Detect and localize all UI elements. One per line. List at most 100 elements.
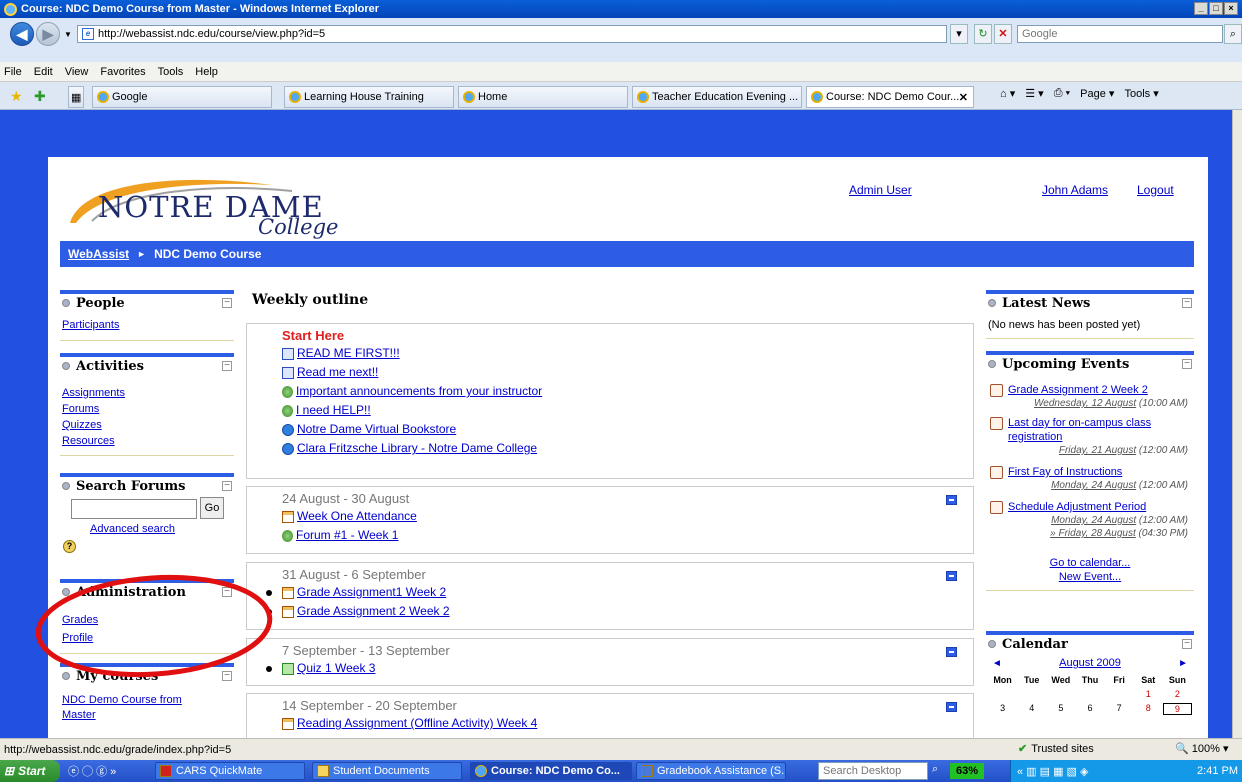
- desktop-search-input[interactable]: Search Desktop: [818, 762, 928, 780]
- calendar-date[interactable]: 2: [1163, 689, 1192, 699]
- calendar-date[interactable]: 3: [988, 703, 1017, 715]
- forum-search-go-button[interactable]: Go: [200, 497, 224, 519]
- vertical-scrollbar[interactable]: [1232, 110, 1242, 738]
- menu-tools[interactable]: Tools: [158, 66, 184, 78]
- new-event-link[interactable]: New Event...: [988, 570, 1192, 584]
- tab-course-active[interactable]: Course: NDC Demo Cour... ✕: [806, 86, 974, 108]
- activity-link[interactable]: I need HELP!!: [296, 401, 371, 420]
- user-name-link[interactable]: John Adams: [1042, 183, 1108, 197]
- activity-link[interactable]: Week One Attendance: [297, 507, 417, 526]
- address-dropdown-icon[interactable]: ▾: [950, 24, 968, 44]
- activity-link[interactable]: Reading Assignment (Offline Activity) We…: [297, 714, 537, 733]
- tab-google[interactable]: Google: [92, 86, 272, 108]
- next-month-icon[interactable]: ►: [1178, 658, 1188, 669]
- quick-tabs-icon[interactable]: ▦: [68, 86, 84, 108]
- weekly-outline-title: Weekly outline: [252, 292, 369, 308]
- start-button[interactable]: ⊞ Start: [0, 760, 60, 782]
- search-icon[interactable]: ⌕: [932, 763, 938, 776]
- close-window-button[interactable]: ×: [1224, 2, 1238, 15]
- tab-home[interactable]: Home: [458, 86, 628, 108]
- collapse-icon[interactable]: −: [1182, 298, 1192, 308]
- advanced-search-link[interactable]: Advanced search: [90, 523, 175, 535]
- help-icon[interactable]: ?: [63, 540, 76, 553]
- admin-user-link[interactable]: Admin User: [849, 183, 912, 197]
- quizzes-link[interactable]: Quizzes: [62, 417, 232, 433]
- go-to-calendar-link[interactable]: Go to calendar...: [988, 556, 1192, 570]
- taskbar-cars-quickmate[interactable]: CARS QuickMate: [155, 762, 305, 780]
- taskbar-gradebook[interactable]: Gradebook Assistance (S...: [636, 762, 786, 780]
- zoom-level[interactable]: 🔍 100% ▾: [1175, 742, 1228, 755]
- calendar-date[interactable]: 7: [1105, 703, 1134, 715]
- activity-link[interactable]: Quiz 1 Week 3: [297, 659, 375, 678]
- section-toggle-icon[interactable]: [946, 702, 957, 712]
- stop-icon[interactable]: ✕: [994, 24, 1012, 44]
- home-icon[interactable]: ⌂ ▾: [1000, 87, 1015, 100]
- calendar-date[interactable]: 4: [1017, 703, 1046, 715]
- breadcrumb-webassist[interactable]: WebAssist: [68, 247, 129, 261]
- activity-link[interactable]: Grade Assignment1 Week 2: [297, 583, 446, 602]
- activity-link[interactable]: READ ME FIRST!!!: [297, 344, 400, 363]
- activity-link[interactable]: Read me next!!: [297, 363, 378, 382]
- activity-link[interactable]: Forum #1 - Week 1: [296, 526, 398, 545]
- menu-file[interactable]: File: [4, 66, 22, 78]
- status-url: http://webassist.ndc.edu/grade/index.php…: [4, 743, 232, 756]
- favorites-star-icon[interactable]: ★: [10, 88, 23, 105]
- event-link[interactable]: Schedule Adjustment Period: [1008, 501, 1146, 513]
- logout-link[interactable]: Logout: [1137, 183, 1174, 197]
- tab-teacher-education[interactable]: Teacher Education Evening ...: [632, 86, 802, 108]
- event-link[interactable]: Grade Assignment 2 Week 2: [1008, 384, 1148, 396]
- address-bar[interactable]: e http://webassist.ndc.edu/course/view.p…: [77, 25, 947, 43]
- calendar-date[interactable]: 1: [1134, 689, 1163, 699]
- resources-link[interactable]: Resources: [62, 433, 232, 449]
- tools-menu[interactable]: Tools ▾: [1124, 87, 1158, 100]
- calendar-date[interactable]: 9: [1162, 703, 1192, 715]
- forum-search-input[interactable]: [71, 499, 197, 519]
- event-link[interactable]: First Fay of Instructions: [1008, 466, 1122, 478]
- prev-month-icon[interactable]: ◄: [992, 658, 1002, 669]
- collapse-icon[interactable]: −: [1182, 359, 1192, 369]
- refresh-icon[interactable]: ↻: [974, 24, 992, 44]
- tray-icons[interactable]: « ▥ ▤ ▦ ▧ ◈: [1011, 765, 1088, 778]
- activity-link[interactable]: Grade Assignment 2 Week 2: [297, 602, 450, 621]
- participants-link[interactable]: Participants: [62, 316, 232, 334]
- activity-link[interactable]: Clara Fritzsche Library - Notre Dame Col…: [297, 439, 537, 458]
- search-input[interactable]: Google: [1017, 25, 1223, 43]
- assignments-link[interactable]: Assignments: [62, 385, 232, 401]
- activity-link[interactable]: Important announcements from your instru…: [296, 382, 542, 401]
- forward-button[interactable]: ▶: [36, 22, 60, 46]
- menu-view[interactable]: View: [65, 66, 89, 78]
- menu-help[interactable]: Help: [195, 66, 218, 78]
- print-icon[interactable]: ⎙ ▾: [1054, 87, 1070, 100]
- menu-edit[interactable]: Edit: [34, 66, 53, 78]
- calendar-date[interactable]: 6: [1075, 703, 1104, 715]
- collapse-icon[interactable]: −: [222, 361, 232, 371]
- section-toggle-icon[interactable]: [946, 495, 957, 505]
- section-toggle-icon[interactable]: [946, 571, 957, 581]
- history-dropdown-icon[interactable]: ▼: [64, 30, 72, 39]
- search-icon[interactable]: ⌕: [1224, 24, 1242, 44]
- calendar-date[interactable]: 8: [1134, 703, 1163, 715]
- collapse-icon[interactable]: −: [222, 481, 232, 491]
- calendar-date[interactable]: 5: [1046, 703, 1075, 715]
- college-logo[interactable]: NOTRE DAME College: [62, 171, 362, 241]
- tab-learning-house[interactable]: Learning House Training: [284, 86, 454, 108]
- forums-link[interactable]: Forums: [62, 401, 232, 417]
- maximize-button[interactable]: □: [1209, 2, 1223, 15]
- taskbar-student-documents[interactable]: Student Documents: [312, 762, 462, 780]
- activity-link[interactable]: Notre Dame Virtual Bookstore: [297, 420, 456, 439]
- add-favorites-icon[interactable]: ✚: [34, 88, 46, 105]
- quicklaunch-icons[interactable]: ⓔ ◯ ⓖ »: [68, 763, 116, 779]
- taskbar-ie-course[interactable]: Course: NDC Demo Co...: [470, 762, 632, 780]
- calendar-month-link[interactable]: August 2009: [1059, 657, 1121, 669]
- course-link[interactable]: NDC Demo Course from Master: [62, 693, 198, 723]
- section-toggle-icon[interactable]: [946, 647, 957, 657]
- menu-favorites[interactable]: Favorites: [100, 66, 145, 78]
- feeds-icon[interactable]: ☰ ▾: [1025, 87, 1043, 100]
- minimize-button[interactable]: _: [1194, 2, 1208, 15]
- page-menu[interactable]: Page ▾: [1080, 87, 1114, 100]
- close-tab-icon[interactable]: ✕: [959, 91, 968, 104]
- collapse-icon[interactable]: −: [1182, 639, 1192, 649]
- back-button[interactable]: ◀: [10, 22, 34, 46]
- event-link[interactable]: Last day for on-campus class registratio…: [1008, 417, 1151, 443]
- collapse-icon[interactable]: −: [222, 298, 232, 308]
